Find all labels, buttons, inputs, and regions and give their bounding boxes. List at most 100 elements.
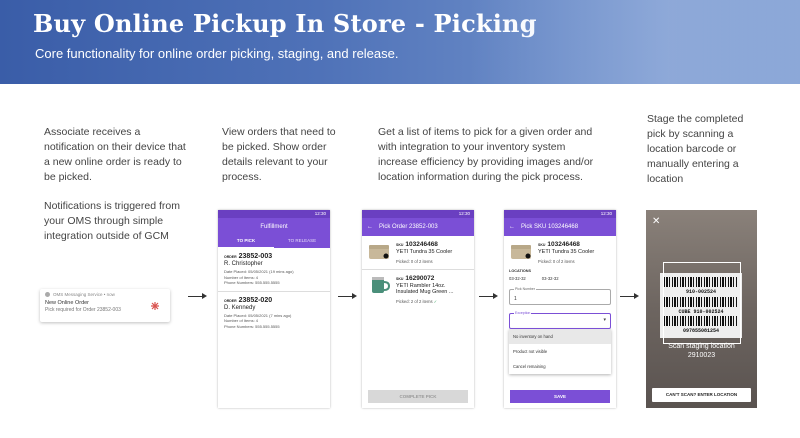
order-phone: Phone Numbers: 555.555.5555 bbox=[224, 323, 280, 329]
app-icon bbox=[45, 292, 50, 297]
item-info: SKU 103246468 YETI Tundra 35 Cooler Picke… bbox=[538, 241, 594, 264]
dropdown-arrow-icon: ▾ bbox=[603, 316, 606, 323]
pick-item[interactable]: SKU 16290072 YETI Rambler 14oz. Insulated… bbox=[362, 270, 474, 309]
complete-pick-button[interactable]: COMPLETE PICK bbox=[368, 390, 468, 403]
sku-prefix: SKU bbox=[396, 276, 404, 281]
step-2-text: View orders that need to be picked. Show… bbox=[222, 125, 340, 185]
order-number-text: 23852-020 bbox=[238, 296, 273, 304]
order-prefix: ORDER bbox=[224, 298, 237, 303]
cooler-image bbox=[511, 245, 531, 259]
item-name: YETI Tundra 35 Cooler bbox=[538, 249, 595, 255]
scan-instruction: Scan staging location bbox=[668, 343, 735, 350]
notification-source: OMS Messaging Service • now bbox=[45, 292, 165, 297]
sku-detail: SKU 103246468 YETI Tundra 35 Cooler Picke… bbox=[504, 236, 616, 267]
item-sku: SKU 103246468 bbox=[538, 241, 594, 248]
sku-prefix: SKU bbox=[538, 243, 546, 247]
notification-body: Pick required for Order 23852-003 bbox=[45, 307, 121, 313]
back-arrow-icon[interactable]: ← bbox=[367, 224, 373, 230]
flow-arrow bbox=[338, 292, 358, 300]
flow-arrow bbox=[620, 292, 640, 300]
notification-title: New Online Order bbox=[45, 300, 90, 306]
pick-number-field[interactable]: Pick Number 1 bbox=[509, 286, 611, 305]
pick-item[interactable]: SKU 103246468 YETI Tundra 35 Cooler Picke… bbox=[362, 236, 474, 270]
status-bar: 12:30 bbox=[218, 210, 330, 218]
customer-name: R. Christopher bbox=[224, 261, 263, 267]
pick-number-label: Pick Number bbox=[514, 286, 537, 291]
mug-image bbox=[372, 276, 391, 293]
item-picked: Picked: 0 of 2 items bbox=[538, 258, 575, 264]
push-notification[interactable]: OMS Messaging Service • now New Online O… bbox=[40, 289, 170, 322]
menu-option[interactable]: No inventory on hand bbox=[509, 328, 611, 344]
customer-name: D. Kennedy bbox=[224, 304, 256, 311]
flow-arrow bbox=[479, 292, 499, 300]
phone-fulfillment: 12:30 Fulfillment TO PICK TO RELEASE ORD… bbox=[218, 210, 330, 408]
exception-label: Exception bbox=[514, 310, 532, 315]
order-number: ORDER 23852-020 bbox=[224, 297, 324, 304]
sku-text: 103246468 bbox=[405, 241, 438, 248]
item-name: YETI Tundra 35 Cooler bbox=[396, 249, 453, 255]
app-bar: ← Pick SKU 103246468 bbox=[504, 218, 616, 236]
step-4-desc: Stage the completed pick by scanning a l… bbox=[647, 113, 744, 185]
step-1-text: Associate receives a notification on the… bbox=[44, 125, 186, 244]
tab-to-release[interactable]: TO RELEASE bbox=[274, 236, 330, 248]
app-bar: ← Pick Order 23852-003 bbox=[362, 218, 474, 236]
phone-pick-order: 12:30 ← Pick Order 23852-003 SKU 10324646… bbox=[362, 210, 474, 408]
status-bar: 12:30 bbox=[362, 210, 474, 218]
close-icon[interactable]: ✕ bbox=[652, 216, 660, 227]
step-2-desc: View orders that need to be picked. Show… bbox=[222, 126, 336, 183]
header-banner: Buy Online Pickup In Store - Picking Cor… bbox=[0, 0, 800, 84]
sku-text: 103246468 bbox=[547, 241, 580, 248]
exception-select[interactable]: Exception ▾ bbox=[509, 310, 611, 329]
step-1-desc: Associate receives a notification on the… bbox=[44, 126, 186, 183]
item-picked: Picked: 0 of 2 items bbox=[396, 258, 433, 264]
sku-prefix: SKU bbox=[396, 243, 404, 247]
back-arrow-icon[interactable]: ← bbox=[509, 224, 515, 230]
screen-title: Pick SKU 103246468 bbox=[521, 224, 579, 230]
step-4-text: Stage the completed pick by scanning a l… bbox=[647, 112, 759, 187]
exception-menu: No inventory on hand Product not visible… bbox=[509, 328, 611, 374]
notification-source-text: OMS Messaging Service • now bbox=[53, 292, 115, 297]
save-button[interactable]: SAVE bbox=[510, 390, 610, 403]
flow-arrow bbox=[188, 292, 208, 300]
item-picked-text: Picked: 2 of 2 items bbox=[396, 298, 433, 304]
item-picked: Picked: 2 of 2 items ✓ bbox=[396, 299, 469, 304]
order-number-text: 23852-003 bbox=[238, 253, 273, 260]
item-sku: SKU 103246468 bbox=[396, 241, 452, 248]
phone-scanner: 910-002524 CUBE 910-002524 097855081254 … bbox=[646, 210, 757, 408]
phone-pick-sku: 12:30 ← Pick SKU 103246468 SKU 103246468 … bbox=[504, 210, 616, 408]
location-item: 03-32-32 bbox=[509, 275, 526, 281]
cooler-image bbox=[369, 245, 389, 259]
brand-logo-icon bbox=[151, 302, 159, 310]
step-3-text: Get a list of items to pick for a given … bbox=[378, 125, 603, 185]
locations-list: 03-32-32 03-32-32 bbox=[504, 276, 616, 281]
enter-location-button[interactable]: CAN'T SCAN? ENTER LOCATION bbox=[652, 388, 751, 402]
item-sku: SKU 16290072 bbox=[396, 275, 469, 282]
step-3-desc: Get a list of items to pick for a given … bbox=[378, 126, 594, 183]
tab-to-pick[interactable]: TO PICK bbox=[218, 236, 274, 248]
item-name: YETI Rambler 14oz. Insulated Mug Green .… bbox=[396, 282, 454, 296]
menu-option[interactable]: Cancel remaining bbox=[509, 359, 611, 374]
app-bar: Fulfillment bbox=[218, 218, 330, 236]
scanned-location: 2910023 bbox=[687, 352, 716, 359]
scan-frame bbox=[663, 262, 741, 344]
item-info: SKU 103246468 YETI Tundra 35 Cooler Picke… bbox=[396, 241, 452, 264]
sku-text: 16290072 bbox=[405, 274, 435, 282]
status-bar: 12:30 bbox=[504, 210, 616, 218]
scan-message: Scan staging location 2910023 bbox=[646, 342, 757, 360]
check-icon: ✓ bbox=[433, 298, 438, 304]
menu-option[interactable]: Product not visible bbox=[509, 344, 611, 359]
status-time: 12:30 bbox=[458, 211, 470, 216]
tab-bar: TO PICK TO RELEASE bbox=[218, 236, 330, 248]
order-prefix: ORDER bbox=[224, 255, 237, 259]
location-item: 03-32-32 bbox=[541, 275, 559, 281]
locations-label: LOCATIONS bbox=[509, 268, 532, 273]
status-time: 12:30 bbox=[314, 211, 326, 216]
step-1-note: Notifications is triggered from your OMS… bbox=[44, 200, 180, 242]
page-subtitle: Core functionality for online order pick… bbox=[35, 46, 399, 61]
order-card[interactable]: ORDER 23852-003 R. Christopher Date Place… bbox=[218, 248, 330, 292]
status-time: 12:30 bbox=[600, 211, 612, 216]
pick-number-value: 1 bbox=[514, 295, 517, 302]
item-info: SKU 16290072 YETI Rambler 14oz. Insulated… bbox=[396, 275, 469, 304]
order-card[interactable]: ORDER 23852-020 D. Kennedy Date Placed: 0… bbox=[218, 292, 330, 335]
page-title: Buy Online Pickup In Store - Picking bbox=[33, 9, 537, 38]
